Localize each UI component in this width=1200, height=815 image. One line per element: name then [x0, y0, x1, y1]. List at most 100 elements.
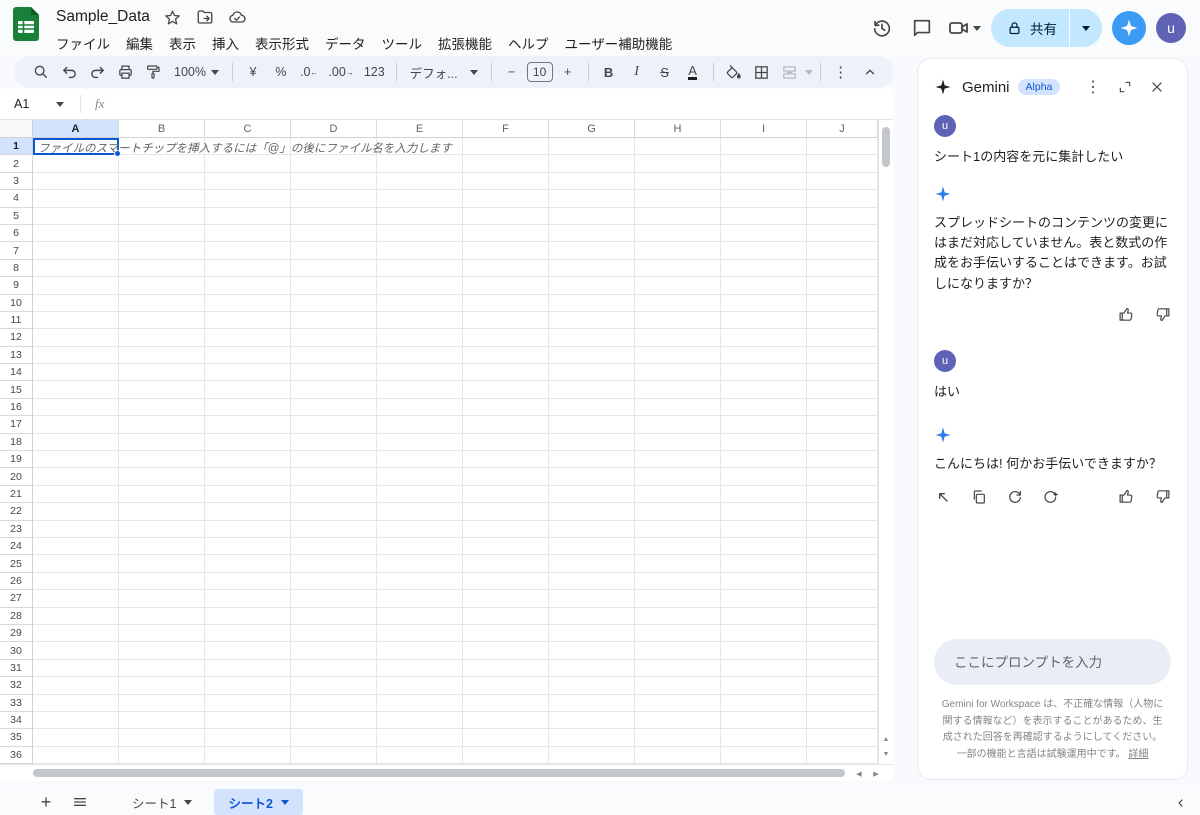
cell-G9[interactable] — [549, 277, 635, 295]
row-header-23[interactable]: 23 — [0, 520, 33, 538]
cell-I16[interactable] — [721, 398, 807, 417]
cell-D27[interactable] — [291, 590, 377, 608]
search-icon[interactable] — [28, 59, 54, 85]
cell-E32[interactable] — [377, 677, 463, 695]
row-header-20[interactable]: 20 — [0, 468, 33, 486]
row-header-21[interactable]: 21 — [0, 485, 33, 504]
cell-J7[interactable] — [807, 242, 878, 260]
row-header-32[interactable]: 32 — [0, 677, 33, 695]
cell-G7[interactable] — [549, 242, 635, 260]
menu-item-ツール[interactable]: ツール — [374, 30, 431, 56]
cell-G15[interactable] — [549, 381, 635, 399]
cell-J5[interactable] — [807, 207, 878, 225]
cell-B28[interactable] — [119, 607, 205, 625]
cell-I19[interactable] — [721, 451, 807, 469]
row-header-2[interactable]: 2 — [0, 155, 33, 173]
number-format-button[interactable]: 123 — [360, 59, 389, 85]
cell-B1[interactable] — [119, 138, 205, 156]
cell-B8[interactable] — [119, 259, 205, 278]
cell-J18[interactable] — [807, 433, 878, 452]
cell-C17[interactable] — [205, 416, 291, 434]
cell-J19[interactable] — [807, 451, 878, 469]
cell-F25[interactable] — [463, 555, 549, 573]
cell-H24[interactable] — [635, 537, 721, 556]
cell-J27[interactable] — [807, 590, 878, 608]
row-header-29[interactable]: 29 — [0, 624, 33, 643]
thumbs-up-icon[interactable] — [1117, 306, 1135, 324]
cell-G13[interactable] — [549, 346, 635, 365]
menu-item-編集[interactable]: 編集 — [118, 30, 161, 56]
cell-E1[interactable] — [377, 138, 463, 156]
move-folder-icon[interactable] — [196, 8, 214, 26]
cell-J22[interactable] — [807, 503, 878, 521]
cell-G19[interactable] — [549, 451, 635, 469]
redo-icon[interactable] — [84, 59, 110, 85]
cell-F5[interactable] — [463, 207, 549, 225]
cell-E9[interactable] — [377, 277, 463, 295]
cell-H26[interactable] — [635, 572, 721, 591]
more-options-icon[interactable]: ⋮ — [828, 59, 854, 85]
cell-H34[interactable] — [635, 711, 721, 730]
cell-A19[interactable] — [33, 451, 119, 469]
menu-item-ユーザー補助機能[interactable]: ユーザー補助機能 — [557, 30, 681, 56]
cell-E15[interactable] — [377, 381, 463, 399]
row-header-31[interactable]: 31 — [0, 659, 33, 678]
cell-C33[interactable] — [205, 694, 291, 712]
cell-J11[interactable] — [807, 311, 878, 330]
cell-B15[interactable] — [119, 381, 205, 399]
cell-I33[interactable] — [721, 694, 807, 712]
cell-I26[interactable] — [721, 572, 807, 591]
strikethrough-button[interactable]: S — [652, 59, 678, 85]
cell-A36[interactable] — [33, 746, 119, 765]
cell-F19[interactable] — [463, 451, 549, 469]
row-header-14[interactable]: 14 — [0, 364, 33, 382]
cell-A35[interactable] — [33, 729, 119, 747]
cell-D7[interactable] — [291, 242, 377, 260]
cell-B11[interactable] — [119, 311, 205, 330]
cell-C8[interactable] — [205, 259, 291, 278]
cell-F2[interactable] — [463, 155, 549, 173]
column-header-E[interactable]: E — [377, 120, 463, 138]
cell-F17[interactable] — [463, 416, 549, 434]
cell-D12[interactable] — [291, 329, 377, 347]
cell-D21[interactable] — [291, 485, 377, 504]
cell-E3[interactable] — [377, 172, 463, 191]
cell-D1[interactable] — [291, 138, 377, 156]
cell-G17[interactable] — [549, 416, 635, 434]
cell-C34[interactable] — [205, 711, 291, 730]
cell-C25[interactable] — [205, 555, 291, 573]
cell-D3[interactable] — [291, 172, 377, 191]
cell-D20[interactable] — [291, 468, 377, 486]
cell-H4[interactable] — [635, 190, 721, 208]
row-header-27[interactable]: 27 — [0, 590, 33, 608]
cell-I6[interactable] — [721, 224, 807, 243]
cell-A27[interactable] — [33, 590, 119, 608]
cell-F14[interactable] — [463, 364, 549, 382]
cell-C21[interactable] — [205, 485, 291, 504]
thumbs-down-icon[interactable] — [1153, 306, 1171, 324]
cell-C19[interactable] — [205, 451, 291, 469]
cell-F16[interactable] — [463, 398, 549, 417]
cell-I13[interactable] — [721, 346, 807, 365]
cell-I34[interactable] — [721, 711, 807, 730]
cell-D5[interactable] — [291, 207, 377, 225]
cell-J26[interactable] — [807, 572, 878, 591]
cell-I28[interactable] — [721, 607, 807, 625]
cell-E30[interactable] — [377, 642, 463, 660]
cell-D18[interactable] — [291, 433, 377, 452]
cell-J3[interactable] — [807, 172, 878, 191]
vertical-scroll-thumb[interactable] — [882, 127, 890, 167]
print-icon[interactable] — [112, 59, 138, 85]
cell-I32[interactable] — [721, 677, 807, 695]
row-header-15[interactable]: 15 — [0, 381, 33, 399]
row-header-35[interactable]: 35 — [0, 729, 33, 747]
cell-G36[interactable] — [549, 746, 635, 765]
cell-E6[interactable] — [377, 224, 463, 243]
cell-H8[interactable] — [635, 259, 721, 278]
row-header-13[interactable]: 13 — [0, 346, 33, 365]
increase-font-size-button[interactable]: + — [555, 59, 581, 85]
row-header-24[interactable]: 24 — [0, 537, 33, 556]
row-header-33[interactable]: 33 — [0, 694, 33, 712]
cell-G22[interactable] — [549, 503, 635, 521]
cell-F33[interactable] — [463, 694, 549, 712]
